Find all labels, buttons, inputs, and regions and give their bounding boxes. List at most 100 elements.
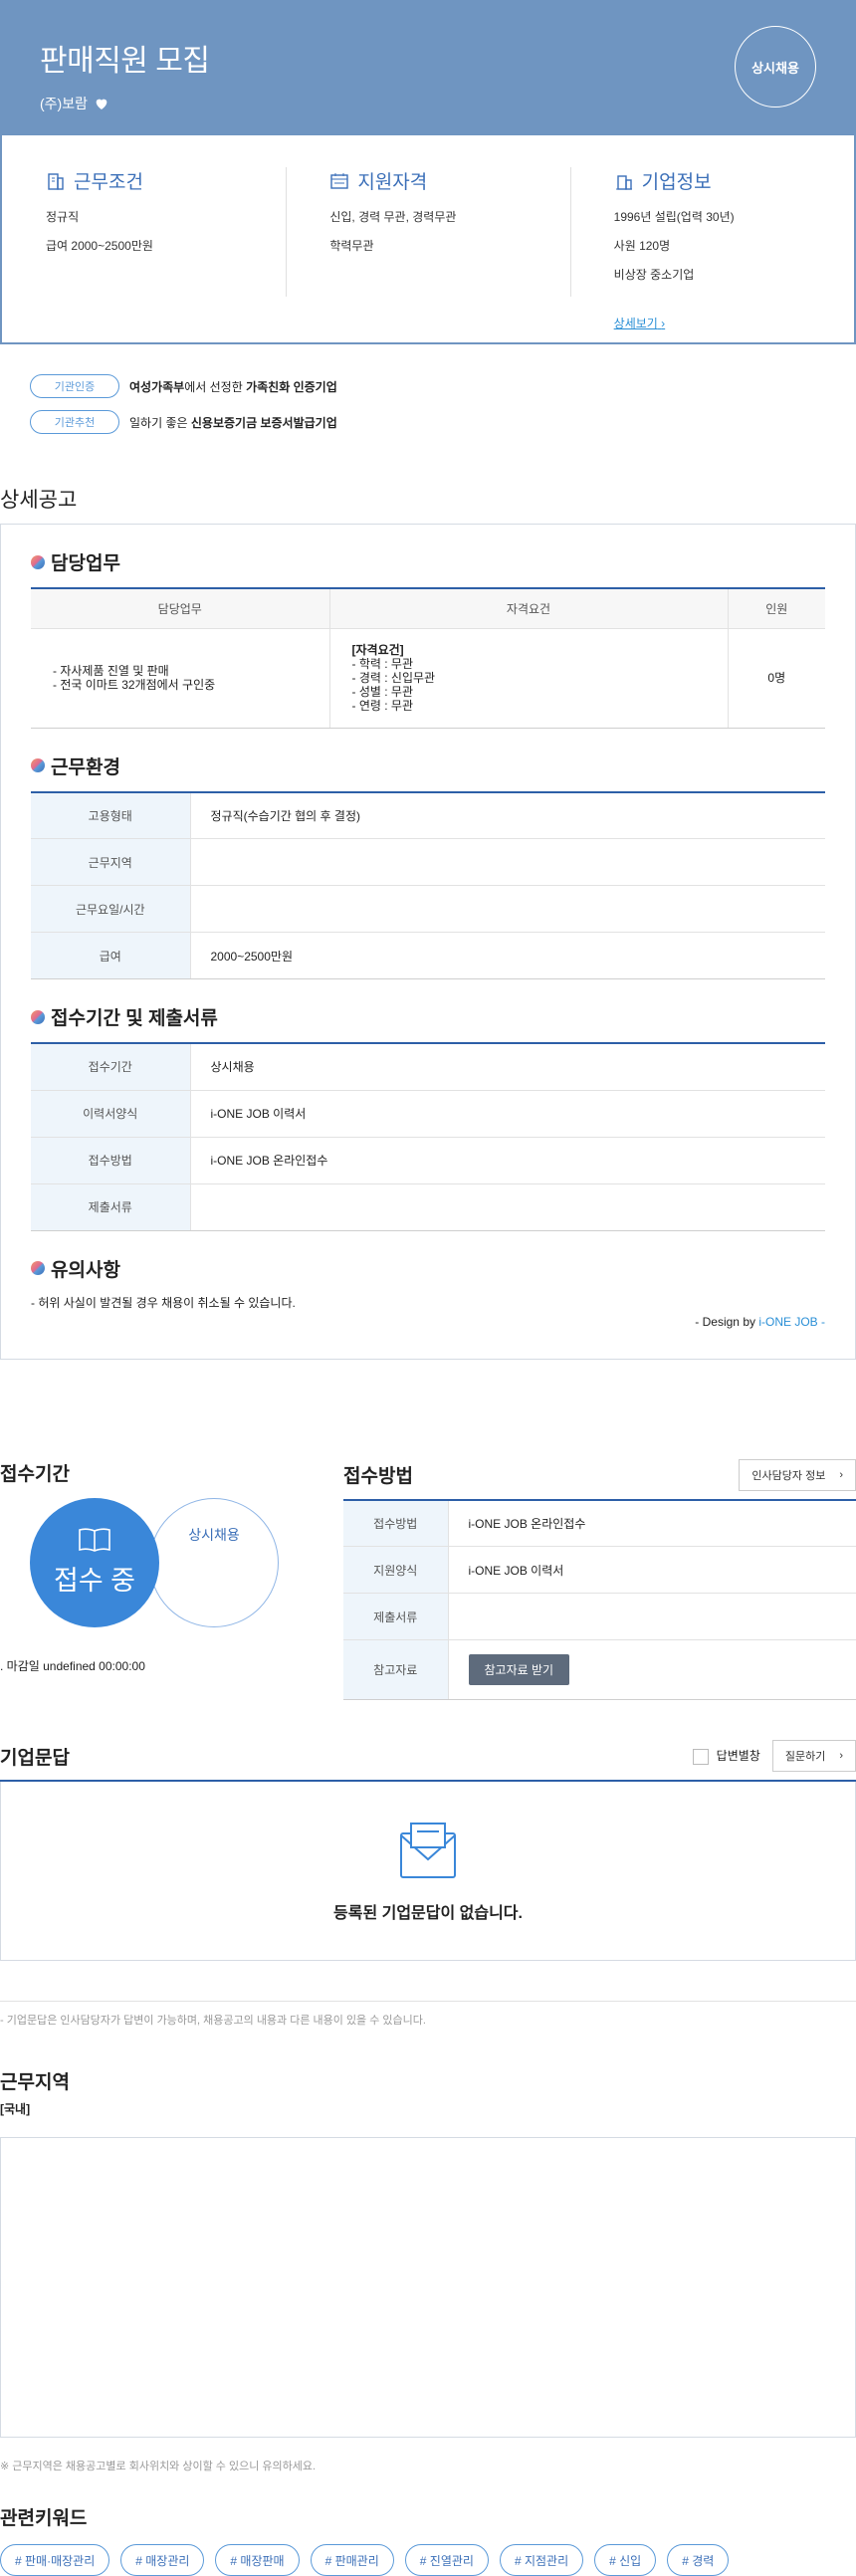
- apply-method-title: 접수방법: [343, 1466, 413, 1487]
- office-icon: [615, 174, 632, 190]
- table-row: 참고자료 참고자료 받기: [343, 1639, 856, 1700]
- location-title: 근무지역: [0, 2072, 70, 2093]
- apply-section: 접수기간 접수 중 상시채용 . 마감일 undefined 00:00:00 …: [0, 1458, 856, 1701]
- location-note: ※ 근무지역은 채용공고별로 회사위치와 상이할 수 있으니 유의하세요.: [0, 2461, 317, 2472]
- chevron-right-icon: ›: [661, 317, 666, 330]
- location-region: [국내]: [0, 2102, 31, 2116]
- table-row: 제출서류: [31, 1183, 825, 1231]
- certifications: 기관인증 여성가족부에서 선정한 가족친화 인증기업 기관추천 일하기 좋은 신…: [0, 344, 856, 434]
- table-row: 고용형태 정규직(수습기간 협의 후 결정): [31, 791, 825, 839]
- table-row: - 자사제품 진열 및 판매 - 전국 이마트 32개점에서 구인중 [자격요건…: [31, 628, 825, 729]
- apply-period-title: 접수기간: [0, 1463, 70, 1485]
- table-row: 이력서양식 i-ONE JOB 이력서: [31, 1090, 825, 1138]
- ask-question-button[interactable]: 질문하기 ›: [771, 1740, 856, 1772]
- design-credit: - Design by i-ONE JOB -: [695, 1314, 825, 1329]
- chevron-right-icon: ›: [839, 1750, 843, 1762]
- bullet-icon: [31, 1261, 45, 1275]
- conditions-heading: 근무조건: [46, 167, 242, 194]
- detail-section-title: 상세공고: [0, 489, 78, 512]
- qna-note: - 기업문답은 인사담당자가 답변이 가능하며, 채용공고의 내용과 다른 내용…: [0, 2001, 856, 2028]
- founded: 1996년 설립(업력 30년): [613, 210, 735, 224]
- cert-tag: 기관인증: [30, 374, 119, 398]
- hiring-type-circle: 상시채용: [149, 1497, 279, 1627]
- keyword-tag[interactable]: # 판매관리: [310, 2544, 394, 2576]
- company-name[interactable]: (주)보람: [40, 94, 88, 113]
- answer-window-checkbox[interactable]: 답변별창: [692, 1747, 760, 1765]
- cert-row: 기관추천 일하기 좋은 신용보증기금 보증서발급기업: [30, 410, 826, 434]
- keyword-tag[interactable]: # 매장관리: [120, 2544, 205, 2576]
- summary-qualifications: 지원자격 신입, 경력 무관, 경력무관 학력무관: [286, 167, 569, 342]
- environment-table: 고용형태 정규직(수습기간 협의 후 결정) 근무지역 근무요일/시간 급여 200…: [31, 790, 825, 979]
- col-header: 담당업무: [31, 588, 330, 629]
- duties-heading: 담당업무: [31, 548, 825, 575]
- duties-table: 담당업무 자격요건 인원 - 자사제품 진열 및 판매 - 전국 이마트 32개…: [31, 587, 825, 729]
- hiring-type-badge: 상시채용: [735, 26, 816, 107]
- detail-box: 담당업무 담당업무 자격요건 인원 - 자사제품 진열 및 판매 - 전국 이마…: [0, 524, 856, 1360]
- keywords-title: 관련키워드: [0, 2508, 88, 2529]
- employment-type: 정규직: [46, 210, 80, 224]
- keyword-tag[interactable]: # 지점관리: [499, 2544, 584, 2576]
- hr-contact-button[interactable]: 인사담당자 정보 ›: [739, 1458, 856, 1491]
- submission-heading: 접수기간 및 제출서류: [31, 1003, 825, 1030]
- form-icon: [330, 172, 349, 189]
- qna-empty-box: 등록된 기업문답이 없습니다.: [0, 1782, 856, 1961]
- salary: 급여 2000~2500만원: [46, 239, 153, 253]
- cert-row: 기관인증 여성가족부에서 선정한 가족친화 인증기업: [30, 374, 826, 398]
- table-row: 급여 2000~2500만원: [31, 932, 825, 979]
- submission-table: 접수기간 상시채용 이력서양식 i-ONE JOB 이력서 접수방법 i-ONE JO…: [31, 1042, 825, 1231]
- bullet-icon: [31, 554, 45, 569]
- qna-header: 기업문답 답변별창 질문하기 ›: [0, 1740, 856, 1782]
- col-header: 인원: [728, 588, 825, 629]
- employees: 사원 120명: [613, 239, 671, 253]
- col-header: 자격요건: [329, 588, 729, 629]
- company-type: 비상장 중소기업: [613, 268, 695, 282]
- table-row: 근무요일/시간: [31, 885, 825, 933]
- keyword-tag[interactable]: # 진열관리: [404, 2544, 489, 2576]
- environment-heading: 근무환경: [31, 752, 825, 779]
- job-header: 판매직원 모집 (주)보람 상시채용: [0, 0, 856, 135]
- qna-empty-text: 등록된 기업문답이 없습니다.: [333, 1904, 523, 1922]
- notes-text: - 허위 사실이 발견될 경우 채용이 취소될 수 있습니다.: [31, 1295, 296, 1310]
- requirements-cell: [자격요건] - 학력 : 무관 - 경력 : 신입무관 - 성별 : 무관 -…: [329, 628, 729, 729]
- page: 판매직원 모집 (주)보람 상시채용 근무조건 정규직 급여 2000~2500…: [0, 0, 856, 2576]
- keyword-tag[interactable]: # 판매·매장관리: [0, 2544, 110, 2576]
- education-req: 학력무관: [329, 239, 374, 253]
- keyword-tag[interactable]: # 매장판매: [215, 2544, 300, 2576]
- bullet-icon: [31, 1009, 45, 1024]
- job-summary: 근무조건 정규직 급여 2000~2500만원 지원자격 신입, 경력 무관, …: [0, 135, 856, 344]
- download-reference-button[interactable]: 참고자료 받기: [468, 1654, 570, 1685]
- company-detail-link[interactable]: 상세보기 ›: [614, 315, 666, 331]
- table-row: 근무지역: [31, 838, 825, 886]
- keyword-list: # 판매·매장관리 # 매장관리 # 매장판매 # 판매관리 # 진열관리 # …: [0, 2544, 856, 2576]
- table-row: 지원양식 i-ONE JOB 이력서: [343, 1546, 856, 1594]
- apply-period: 접수기간 접수 중 상시채용 . 마감일 undefined 00:00:00: [0, 1459, 343, 1701]
- map-area[interactable]: [0, 2137, 856, 2438]
- status-circles: 접수 중 상시채용: [0, 1497, 343, 1637]
- chevron-right-icon: ›: [839, 1468, 843, 1481]
- keyword-tag[interactable]: # 신입: [594, 2544, 657, 2576]
- bullet-icon: [31, 758, 45, 772]
- apply-method: 접수방법 인사담당자 정보 › 접수방법 i-ONE JOB 온라인접수 지원양식 i…: [343, 1458, 856, 1700]
- cert-tag: 기관추천: [30, 410, 119, 434]
- keyword-tag[interactable]: # 경력: [667, 2544, 730, 2576]
- status-circle: 접수 중: [30, 1497, 159, 1627]
- heart-icon[interactable]: [94, 96, 109, 111]
- summary-conditions: 근무조건 정규직 급여 2000~2500만원: [2, 167, 286, 342]
- company-row: (주)보람: [40, 94, 816, 113]
- table-row: 제출서류: [343, 1593, 856, 1640]
- deadline: . 마감일 undefined 00:00:00: [0, 1658, 145, 1673]
- experience-req: 신입, 경력 무관, 경력무관: [329, 210, 457, 224]
- notes-heading: 유의사항: [31, 1255, 825, 1282]
- building-icon: [48, 172, 64, 190]
- table-row: 접수기간 상시채용: [31, 1043, 825, 1091]
- summary-company-info: 기업정보 1996년 설립(업력 30년) 사원 120명 비상장 중소기업 상…: [569, 167, 854, 342]
- table-row: 접수방법 i-ONE JOB 온라인접수: [31, 1137, 825, 1184]
- mail-icon: [400, 1822, 456, 1878]
- qualifications-heading: 지원자격: [329, 167, 526, 194]
- status-text: 접수 중: [53, 1566, 136, 1596]
- headcount-cell: 0명: [728, 628, 825, 729]
- job-title: 판매직원 모집: [40, 45, 210, 78]
- table-row: 접수방법 i-ONE JOB 온라인접수: [343, 1499, 856, 1547]
- book-icon: [79, 1528, 110, 1552]
- apply-method-table: 접수방법 i-ONE JOB 온라인접수 지원양식 i-ONE JOB 이력서 제출…: [343, 1498, 856, 1700]
